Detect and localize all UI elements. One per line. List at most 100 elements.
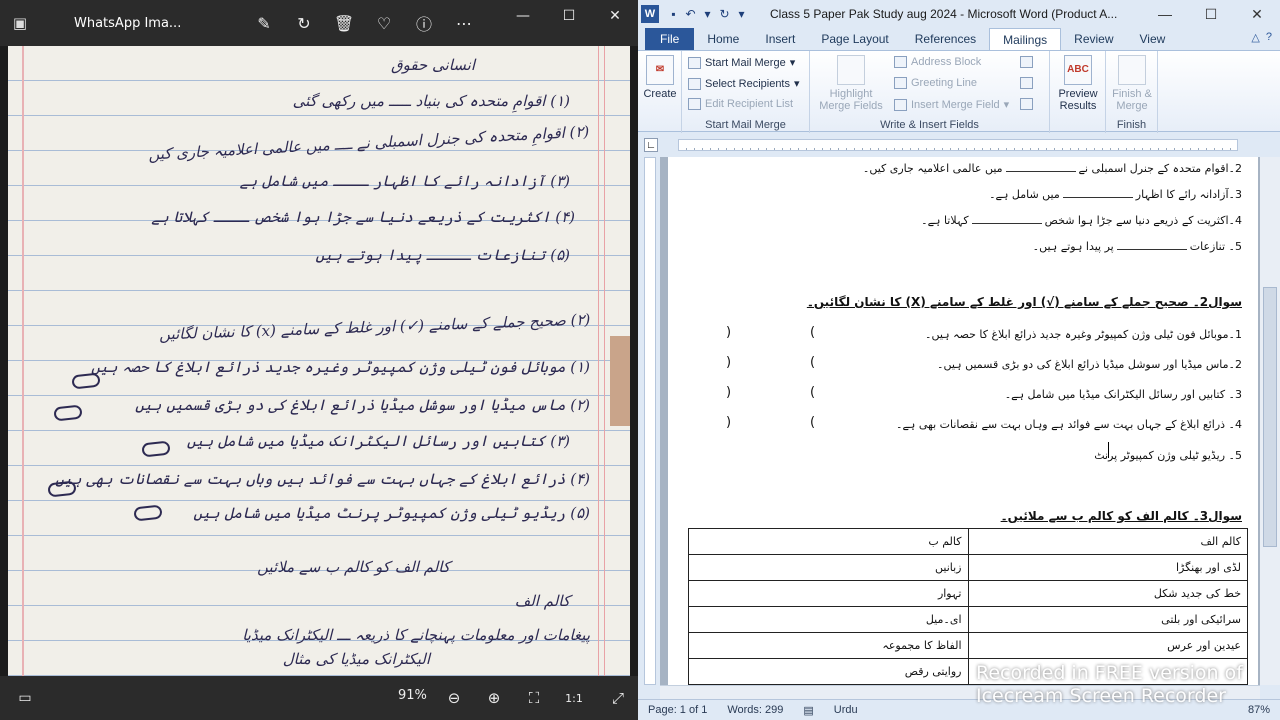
- vertical-ruler: [638, 157, 660, 685]
- language[interactable]: Urdu: [824, 704, 868, 716]
- table-row: سرائیکی اور بلتی ای۔میل: [688, 606, 1248, 633]
- favorite-heart-icon[interactable]: ♡: [364, 0, 404, 46]
- tab-selector-icon[interactable]: ∟: [644, 138, 658, 152]
- table-cell[interactable]: زبانیں: [688, 554, 969, 581]
- table-cell[interactable]: لڈی اور بھنگڑا: [967, 554, 1248, 581]
- table-cell[interactable]: کالم ب: [688, 528, 969, 555]
- answer-bracket: (: [726, 385, 732, 400]
- blank-line: [1062, 197, 1133, 198]
- close-button[interactable]: ✕: [592, 0, 638, 32]
- handwritten-line: کالم الف کو کالم ب سے ملائیں: [257, 558, 450, 576]
- tab-file[interactable]: File: [645, 28, 695, 50]
- tab-review[interactable]: Review: [1061, 28, 1126, 50]
- actual-size-icon[interactable]: 1:1: [561, 685, 587, 711]
- tab-page-layout[interactable]: Page Layout: [808, 28, 901, 50]
- handwritten-line: (۴) ذرائع ابلاغ کے جہاں بہت سے فوائد ہیں…: [55, 470, 590, 488]
- viewer-window-controls: — ☐ ✕: [500, 0, 638, 32]
- viewer-bottombar: ▭ 91% ⊖ ⊕ ⛶ 1:1 ⤢: [0, 676, 638, 720]
- table-cell[interactable]: تہوار: [688, 580, 969, 607]
- preview-abc-icon: ABC: [1064, 55, 1092, 85]
- maximize-button[interactable]: ☐: [1188, 0, 1234, 28]
- edit-recipient-list-button[interactable]: Edit Recipient List: [688, 98, 793, 110]
- zoom-in-icon[interactable]: ⊕: [481, 685, 507, 711]
- vertical-scrollbar[interactable]: [1260, 157, 1280, 685]
- answer-bracket: (: [726, 325, 732, 340]
- table-cell[interactable]: سرائیکی اور بلتی: [967, 606, 1248, 633]
- create-button[interactable]: ✉ Create: [643, 55, 677, 100]
- ruler-bar[interactable]: [678, 139, 1238, 151]
- answer-box-drawing: [47, 480, 77, 498]
- preview-results-button[interactable]: ABC Preview Results: [1054, 55, 1102, 112]
- table-cell[interactable]: روایتی رقص: [688, 658, 969, 685]
- answer-bracket: ): [810, 355, 816, 370]
- delete-icon[interactable]: 🗑: [324, 0, 364, 46]
- q1-line-2: 2۔اقوام متحدہ کے جنرل اسمبلی نےمیں عالمی…: [862, 162, 1242, 175]
- answer-box-drawing: [133, 504, 163, 522]
- dropdown-icon[interactable]: ▾: [699, 4, 716, 24]
- info-icon[interactable]: ⓘ: [404, 0, 444, 46]
- redo-icon[interactable]: ↻: [716, 4, 733, 24]
- word-titlebar: W ▪ ↶ ▾ ↻ ▾ Class 5 Paper Pak Study aug …: [638, 0, 1280, 28]
- blank-line: [1116, 249, 1187, 250]
- tab-home[interactable]: Home: [694, 28, 752, 50]
- table-cell[interactable]: عیدین اور عرس: [967, 632, 1248, 659]
- table-cell[interactable]: خط کی جدید شکل: [967, 580, 1248, 607]
- rules-icon[interactable]: [1020, 56, 1033, 68]
- more-options-icon[interactable]: ⋯: [444, 0, 484, 46]
- table-row: لڈی اور بھنگڑا زبانیں: [688, 554, 1248, 581]
- scrollbar-thumb[interactable]: [1263, 287, 1277, 547]
- word-count[interactable]: Words: 299: [717, 704, 793, 716]
- handwritten-line: (۱) موبائل فون ٹیلی وژن کمپیوٹر وغیرہ جد…: [91, 358, 590, 376]
- address-block-button[interactable]: Address Block: [894, 56, 981, 68]
- tab-insert[interactable]: Insert: [752, 28, 808, 50]
- proofing-icon[interactable]: ▤: [793, 704, 823, 717]
- update-labels-icon[interactable]: [1020, 98, 1033, 110]
- document-page[interactable]: 2۔اقوام متحدہ کے جنرل اسمبلی نےمیں عالمی…: [668, 157, 1258, 685]
- collapse-ribbon-icon[interactable]: △: [1251, 31, 1259, 44]
- q2-statement: 2۔ماس میڈیا اور سوشل میڈیا ذرائع ابلاغ ک…: [937, 358, 1242, 371]
- page-count[interactable]: Page: 1 of 1: [638, 704, 717, 716]
- tab-view[interactable]: View: [1127, 28, 1179, 50]
- chevron-down-icon: ▾: [794, 78, 800, 90]
- table-cell[interactable]: الفاظ کا مجموعہ: [688, 632, 969, 659]
- save-icon[interactable]: ▪: [665, 4, 682, 24]
- page-margin-line: [604, 46, 605, 676]
- group-finish: Finish & Merge Finish: [1106, 51, 1158, 133]
- tab-mailings[interactable]: Mailings: [989, 28, 1062, 50]
- slideshow-icon[interactable]: ▭: [0, 690, 50, 706]
- finish-merge-button[interactable]: Finish & Merge: [1110, 55, 1154, 112]
- blank-line: [971, 223, 1042, 224]
- full-screen-icon[interactable]: ⤢: [605, 685, 631, 711]
- highlight-merge-fields-button[interactable]: Highlight Merge Fields: [816, 55, 886, 112]
- page-margin-line: [22, 46, 24, 676]
- merge-field-icon: [894, 98, 907, 111]
- customize-qat-icon[interactable]: ▾: [733, 4, 750, 24]
- q2-statement: 5۔ ریڈیو ٹیلی وژن کمپیوٹر پرنٹ: [1094, 449, 1242, 462]
- handwritten-line: (۴) اکثریت کے ذریعے دنیا سے جڑا ہوا شخص …: [151, 208, 575, 226]
- screen: ▣ WhatsApp Ima... ✎ ↻ 🗑 ♡ ⓘ ⋯ — ☐ ✕ انسا…: [0, 0, 1280, 720]
- greeting-line-button[interactable]: Greeting Line: [894, 77, 977, 89]
- edit-image-icon[interactable]: ✎: [244, 0, 284, 46]
- table-cell[interactable]: کالم الف: [967, 528, 1248, 555]
- help-icon[interactable]: ?: [1266, 31, 1272, 44]
- select-recipients-button[interactable]: Select Recipients ▾: [688, 77, 800, 90]
- undo-icon[interactable]: ↶: [682, 4, 699, 24]
- rotate-icon[interactable]: ↻: [284, 0, 324, 46]
- vertical-ruler-bar[interactable]: [644, 157, 656, 685]
- q1-line-4: 4۔اکثریت کے ذریعے دنیا سے جڑا ہوا شخصکہل…: [921, 214, 1242, 227]
- handwritten-line: الیکٹرانک میڈیا کی مثال: [282, 650, 430, 668]
- minimize-button[interactable]: —: [500, 0, 546, 32]
- minimize-button[interactable]: —: [1142, 0, 1188, 28]
- maximize-button[interactable]: ☐: [546, 0, 592, 32]
- zoom-out-icon[interactable]: ⊖: [441, 685, 467, 711]
- fit-to-window-icon[interactable]: ⛶: [521, 685, 547, 711]
- tab-references[interactable]: References: [902, 28, 989, 50]
- match-fields-icon[interactable]: [1020, 77, 1033, 89]
- group-write-insert-fields: Highlight Merge Fields Address Block Gre…: [810, 51, 1050, 133]
- start-mail-merge-button[interactable]: Start Mail Merge ▾: [688, 56, 795, 69]
- recipients-icon: [688, 77, 701, 90]
- document-title: Class 5 Paper Pak Study aug 2024 - Micro…: [770, 7, 1118, 21]
- table-cell[interactable]: ای۔میل: [688, 606, 969, 633]
- insert-merge-field-button[interactable]: Insert Merge Field ▾: [894, 98, 1009, 111]
- close-button[interactable]: ✕: [1234, 0, 1280, 28]
